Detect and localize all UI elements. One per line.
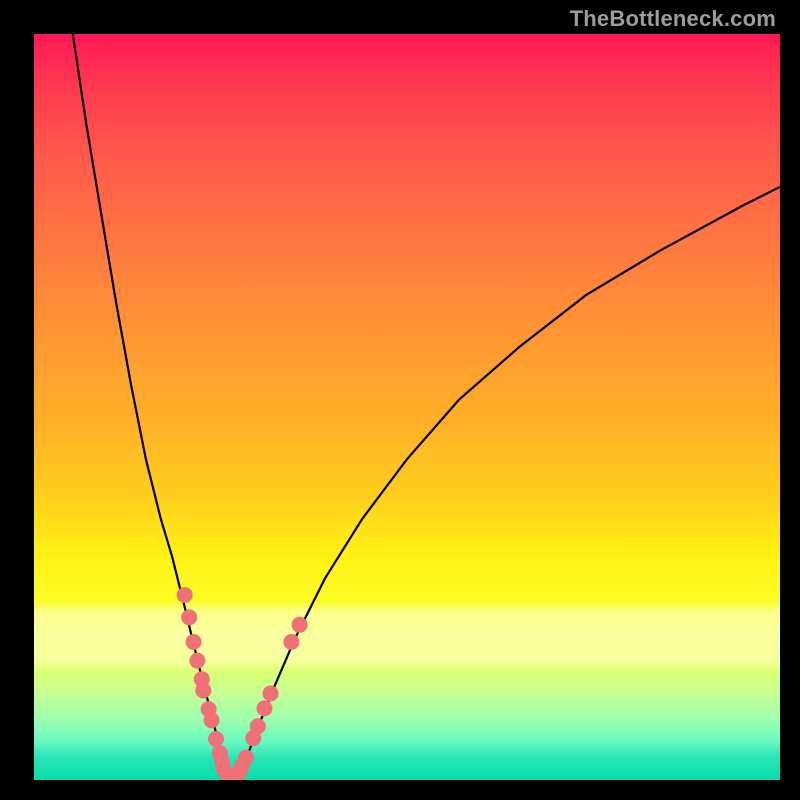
data-point [177, 587, 193, 603]
scatter-points [177, 587, 308, 780]
watermark-label: TheBottleneck.com [570, 6, 776, 32]
chart-overlay [34, 34, 780, 780]
data-point [263, 686, 279, 702]
data-point [195, 683, 211, 699]
chart-frame: TheBottleneck.com [0, 0, 800, 800]
v-curve-path [73, 34, 780, 776]
data-point [292, 617, 308, 633]
data-point [186, 634, 202, 650]
data-point [238, 750, 254, 766]
plot-area [34, 34, 780, 780]
data-point [283, 634, 299, 650]
data-point [189, 653, 205, 669]
data-point [257, 700, 273, 716]
data-point [208, 731, 224, 747]
v-curve [73, 34, 780, 776]
data-point [181, 609, 197, 625]
data-point [250, 718, 266, 734]
data-point [204, 712, 220, 728]
